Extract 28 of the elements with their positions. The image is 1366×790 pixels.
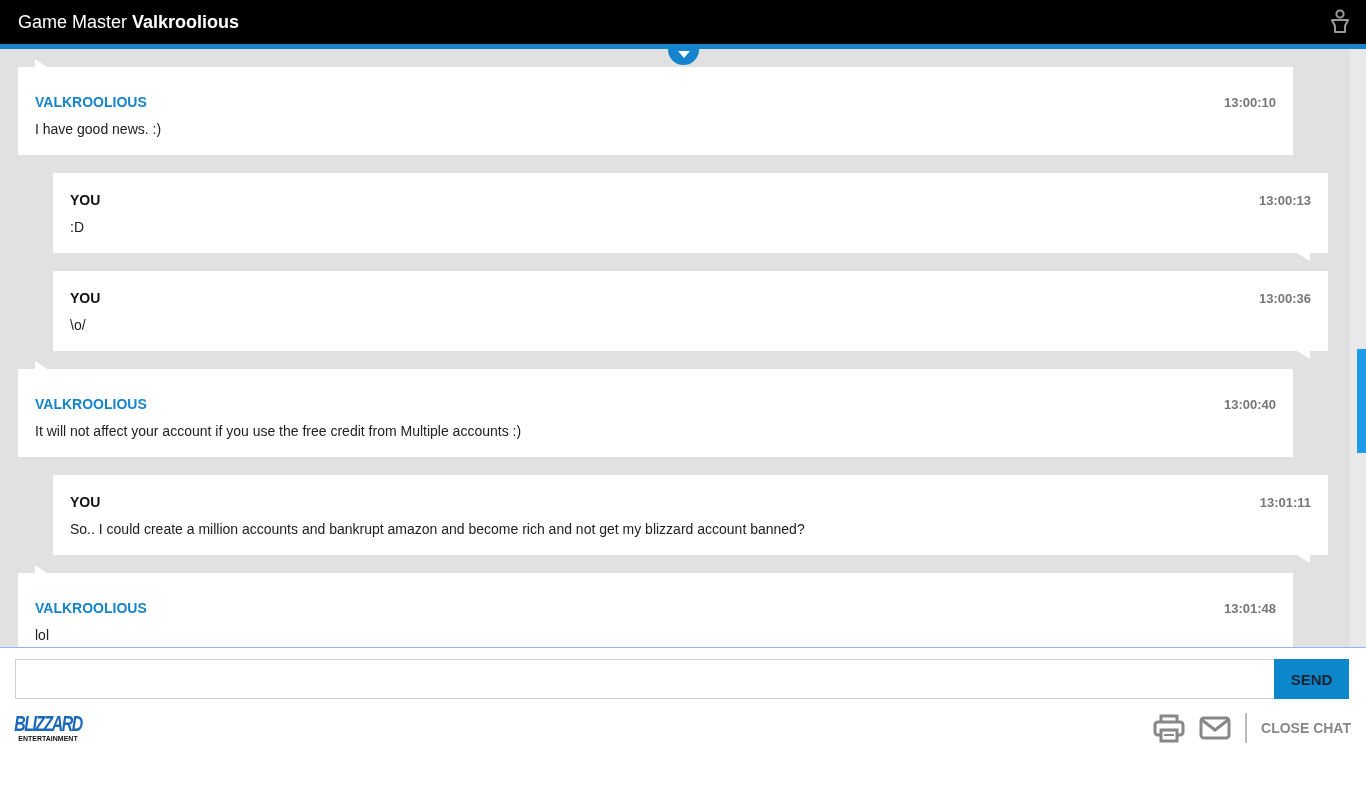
sender-name: YOU	[70, 192, 101, 208]
caret-icon	[677, 51, 690, 59]
sender-name: VALKROOLIOUS	[35, 94, 147, 110]
message-input-field[interactable]	[15, 659, 1274, 699]
scrollbar[interactable]	[1350, 49, 1366, 647]
message-text: lol	[35, 627, 50, 643]
print-icon[interactable]	[1153, 713, 1186, 743]
message-time: 13:00:40	[1223, 397, 1276, 412]
person-icon[interactable]	[1330, 9, 1350, 35]
message-text: So.. I could create a million accounts and bankrupt amazon and become rich and not get my blizzard account banned?	[70, 521, 806, 537]
sender-name: VALKROOLIOUS	[35, 600, 147, 616]
scrollbar-thumb[interactable]	[1357, 349, 1366, 453]
sender-name: YOU	[70, 290, 101, 306]
message-text: I have good news. :)	[35, 121, 163, 137]
mail-icon[interactable]	[1199, 716, 1232, 740]
message-text: It will not affect your account if you use the free credit from Multiple accounts :)	[35, 423, 523, 439]
message-text: :D	[70, 219, 85, 235]
sender-name: YOU	[70, 494, 101, 510]
message-text: \o/	[70, 317, 87, 333]
window-title: Game Master Valkroolious	[18, 11, 240, 33]
message-time: 13:00:10	[1223, 95, 1276, 110]
close-chat-link[interactable]: CLOSE CHAT	[1261, 720, 1351, 736]
sender-name: VALKROOLIOUS	[35, 396, 147, 412]
message-time: 13:00:13	[1258, 193, 1311, 208]
message-time: 13:01:11	[1259, 495, 1311, 510]
message-time: 13:00:36	[1258, 291, 1311, 306]
send-button[interactable]: SEND	[1274, 659, 1349, 699]
message-time: 13:01:48	[1223, 601, 1276, 616]
